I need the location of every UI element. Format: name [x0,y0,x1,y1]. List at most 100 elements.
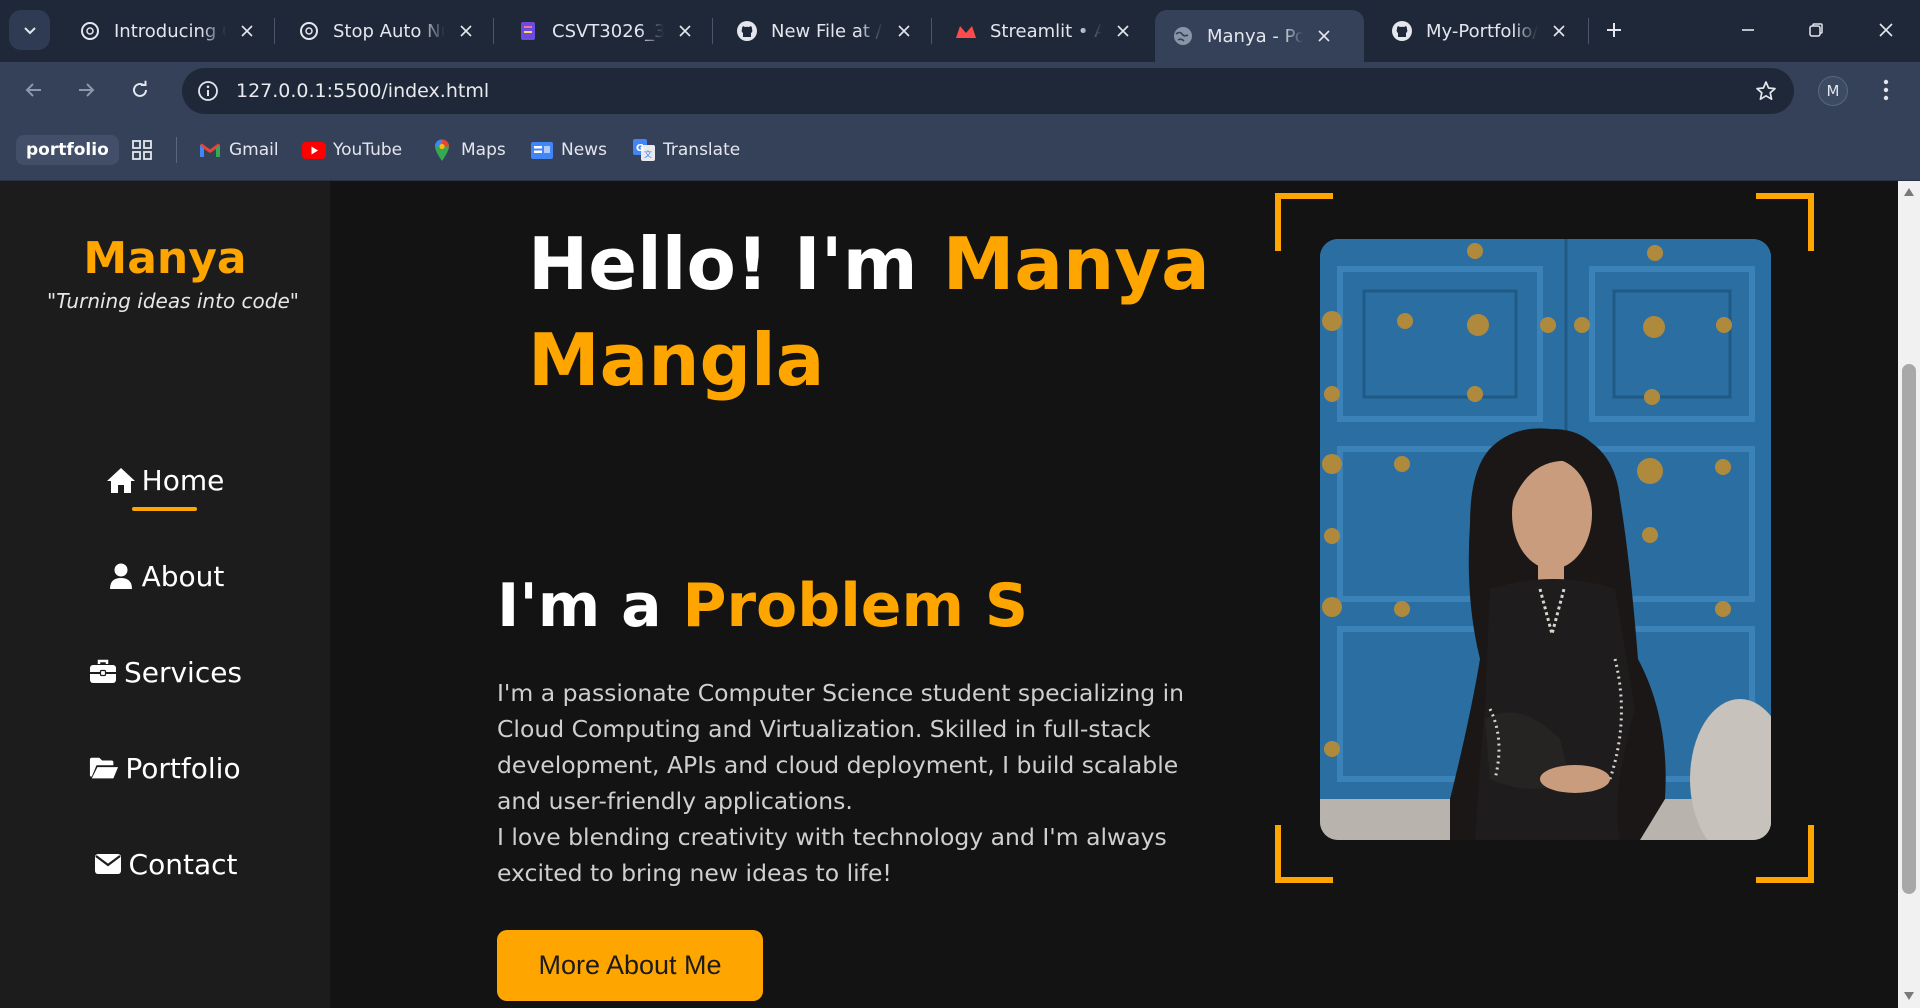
bookmark-folder-portfolio[interactable]: portfolio [16,135,119,165]
close-icon[interactable] [236,20,258,42]
tab-separator [274,18,275,44]
photo-frame-corner [1275,193,1333,251]
tab-my-portfolio[interactable]: My-Portfolio/index [1374,10,1570,52]
new-tab-button[interactable] [1598,14,1630,46]
bookmark-gmail[interactable]: Gmail [198,136,279,164]
nav-portfolio[interactable]: Portfolio [0,738,330,798]
tab-separator [931,18,932,44]
arrow-right-icon [79,83,95,97]
bookmark-translate[interactable]: G文 Translate [632,136,740,164]
tab-introducing[interactable]: Introducing ChatGPT [62,10,258,52]
bookmark-label: News [561,140,607,160]
hero-role-heading: I'm a Problem S [497,571,1028,641]
scrollbar-thumb[interactable] [1902,364,1916,894]
bookmark-youtube[interactable]: YouTube [302,136,402,164]
portfolio-page: Manya "Turning ideas into code" Home Abo… [0,181,1898,1008]
more-about-me-button[interactable]: More About Me [497,930,763,1001]
apps-grid-icon[interactable] [128,136,156,164]
browser-toolbar: 127.0.0.1:5500/index.html M [0,62,1920,119]
site-info-icon[interactable] [194,77,222,105]
svg-text:文: 文 [644,149,652,159]
profile-avatar[interactable]: M [1818,76,1848,106]
tab-stop-auto[interactable]: Stop Auto Numbering [281,10,477,52]
tab-title: CSVT3026_320 [552,20,664,42]
tab-search-button[interactable] [9,10,50,50]
minimize-icon [1742,29,1754,31]
home-icon [106,465,136,495]
bookmark-maps[interactable]: Maps [430,136,506,164]
tab-new-file[interactable]: New File at / · [719,10,915,52]
url-text[interactable]: 127.0.0.1:5500/index.html [236,80,489,102]
globe-icon [1171,24,1195,48]
close-icon[interactable] [1548,20,1570,42]
translate-icon: G文 [632,138,656,162]
role-prefix: I'm a [497,571,662,641]
folder-open-icon [89,753,119,783]
user-icon [106,561,136,591]
tab-title: Stop Auto Numbering [333,20,445,42]
envelope-icon [93,849,123,879]
close-icon[interactable] [1313,25,1335,47]
arrow-left-icon [25,83,41,97]
close-icon[interactable] [893,20,915,42]
active-nav-indicator [132,507,197,511]
minimize-button[interactable] [1724,8,1772,52]
nav-home[interactable]: Home [0,450,330,510]
document-icon [516,19,540,43]
youtube-icon [302,138,326,162]
briefcase-icon [88,657,118,687]
role-typed-text: Problem S [682,571,1029,641]
plus-icon [1607,23,1621,37]
tab-streamlit[interactable]: Streamlit • A faster [938,10,1134,52]
close-icon [1879,23,1893,37]
nav-about[interactable]: About [0,546,330,606]
gmail-icon [198,138,222,162]
forward-button[interactable] [66,70,106,110]
tab-title: Introducing ChatGPT [114,20,226,42]
scroll-down-arrow-icon[interactable] [1903,991,1915,1001]
openai-icon [297,19,321,43]
bookmark-label: Maps [461,140,506,160]
scroll-up-arrow-icon[interactable] [1903,187,1915,197]
close-window-button[interactable] [1862,8,1910,52]
tab-manya-portfolio[interactable]: Manya - Portfolio [1155,10,1364,62]
reload-button[interactable] [120,70,160,110]
close-icon[interactable] [1112,20,1134,42]
openai-icon [78,19,102,43]
hero-paragraph: I love blending creativity with technolo… [497,823,1167,887]
hero-description: I'm a passionate Computer Science studen… [497,675,1227,891]
bookmark-star-icon[interactable] [1752,77,1780,105]
nav-services[interactable]: Services [0,642,330,702]
github-icon [1390,19,1414,43]
tab-title: Manya - Portfolio [1207,25,1303,47]
photo-frame-corner [1756,193,1814,251]
close-icon[interactable] [455,20,477,42]
back-button[interactable] [14,70,54,110]
restore-button[interactable] [1792,8,1840,52]
tab-separator [493,18,494,44]
page-scrollbar[interactable] [1898,181,1920,1008]
nav-label: Services [123,655,243,689]
github-icon [735,19,759,43]
tab-title: My-Portfolio/index [1426,20,1538,42]
address-bar[interactable]: 127.0.0.1:5500/index.html [182,68,1794,114]
streamlit-icon [954,19,978,43]
tab-csvt[interactable]: CSVT3026_320 [500,10,696,52]
profile-photo [1320,239,1771,840]
hero-greeting: Hello! I'm [528,222,918,306]
hero-paragraph: I'm a passionate Computer Science studen… [497,679,1185,815]
brand-name[interactable]: Manya [0,233,330,284]
news-icon [530,138,554,162]
nav-label: Portfolio [125,751,241,785]
bookmark-news[interactable]: News [530,136,607,164]
nav-label: About [141,559,225,593]
nav-contact[interactable]: Contact [0,834,330,894]
svg-text:G: G [636,143,644,154]
close-icon[interactable] [674,20,696,42]
brand-tagline: "Turning ideas into code" [47,289,299,313]
tab-title: Streamlit • A faster [990,20,1102,42]
browser-menu-button[interactable] [1870,70,1902,110]
nav-label: Contact [128,847,238,881]
bookmarks-bar: portfolio Gmail YouTube Maps News G文 Tra… [0,119,1920,181]
maps-icon [430,138,454,162]
